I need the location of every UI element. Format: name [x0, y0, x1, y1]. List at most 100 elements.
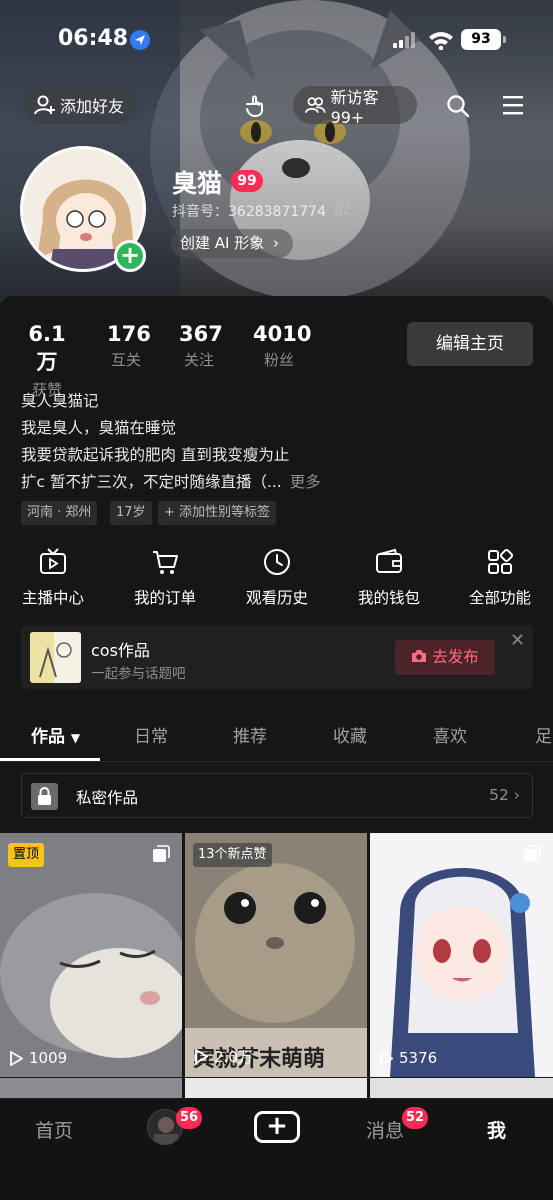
new-visitors-label: 新访客 99+ [330, 87, 379, 127]
close-icon[interactable]: ✕ [510, 630, 525, 651]
location-arrow-icon [130, 30, 150, 50]
qr-code-icon[interactable] [335, 202, 349, 216]
function-my-orders[interactable]: 我的订单 [115, 548, 215, 608]
cos-thumbnail [30, 632, 81, 683]
private-works-count: 52 › [489, 786, 520, 804]
age-tag[interactable]: 17岁 [110, 501, 152, 525]
video-thumbnail[interactable]: 13个新点赞 宾就芥末萌萌 2.0万 [185, 833, 367, 1077]
hand-pointer-icon [246, 95, 263, 118]
stat-value: 176 [107, 322, 151, 346]
tab-works[interactable]: 作品 ▼ [31, 722, 80, 747]
douyin-id: 抖音号：36283871774 [172, 204, 326, 220]
private-works-row[interactable]: 私密作品 52 › [21, 773, 533, 818]
cos-publish-label: 去发布 [432, 648, 479, 666]
function-label: 主播中心 [21, 589, 84, 607]
bio-line-text: 扩c 暂不扩三次，不定时随缘直播（... [21, 473, 282, 491]
create-ai-avatar-label: 创建 AI 形象 [180, 234, 265, 252]
play-count: 2.0万 [195, 1046, 253, 1067]
profile-name: 臭猫 [172, 169, 223, 198]
pinned-badge: 置顶 [8, 843, 45, 867]
cart-icon [153, 551, 178, 574]
video-thumbnail-partial[interactable] [0, 1078, 182, 1098]
nav-me[interactable]: 我 [487, 1116, 506, 1143]
stat-mutual[interactable]: 176 互关 [107, 322, 151, 370]
wallet-icon [376, 548, 402, 573]
new-visitors-button[interactable]: 新访客 99+ [293, 86, 417, 127]
menu-icon[interactable] [502, 94, 524, 116]
play-count-value: 1009 [29, 1049, 68, 1067]
messages-badge: 52 [402, 1107, 429, 1129]
new-likes-badge: 13个新点赞 [193, 843, 272, 867]
stat-label: 关注 [183, 351, 214, 369]
content-tabs: 作品 ▼ 日常 推荐 收藏 喜欢 足 [0, 718, 553, 762]
edit-profile-button[interactable]: 编辑主页 [407, 322, 533, 366]
play-count-value: 5376 [399, 1049, 438, 1067]
cos-title: cos作品 [91, 641, 150, 660]
bio-line: 我是臭人，臭猫在睡觉 [21, 419, 177, 437]
tab-recommended[interactable]: 推荐 [233, 722, 267, 747]
multi-image-icon [153, 845, 170, 862]
bio-line: 我要贷款起诉我的肥肉 直到我变瘦为止 [21, 446, 290, 464]
function-streamer-center[interactable]: 主播中心 [3, 548, 103, 608]
private-works-label: 私密作品 [76, 789, 139, 807]
function-label: 我的钱包 [357, 589, 420, 607]
function-label: 我的订单 [133, 589, 196, 607]
play-count: 5376 [380, 1049, 437, 1067]
video-thumbnail-partial[interactable] [185, 1078, 367, 1098]
private-works-thumbnail [31, 783, 58, 810]
name-badge[interactable]: 99 [231, 170, 263, 192]
camera-icon [412, 650, 427, 662]
status-bar: 06:48 93 [0, 26, 553, 56]
chevron-right-icon: › [273, 234, 280, 252]
tv-icon [40, 548, 66, 574]
create-post-button[interactable]: + [254, 1111, 300, 1143]
video-thumbnail-partial[interactable] [370, 1078, 553, 1098]
caret-down-icon: ▼ [70, 731, 81, 745]
add-friend-button[interactable]: 添加好友 [22, 86, 138, 124]
battery-level: 93 [461, 29, 501, 50]
cos-publish-button[interactable]: 去发布 [395, 640, 495, 675]
function-watch-history[interactable]: 观看历史 [227, 548, 327, 608]
grid-icon [488, 548, 514, 574]
battery-tip [503, 36, 506, 43]
chevron-right-icon: › [513, 786, 520, 804]
tab-daily[interactable]: 日常 [134, 722, 168, 747]
poke-button[interactable] [236, 86, 276, 124]
play-icon [195, 1049, 208, 1064]
lock-icon [31, 783, 58, 810]
add-avatar-button[interactable]: + [114, 240, 146, 272]
location-tag[interactable]: 河南 · 郑州 [21, 501, 98, 525]
video-thumbnail[interactable]: 5376 [370, 833, 553, 1077]
play-count: 1009 [10, 1049, 67, 1067]
stat-value: 367 [179, 322, 223, 346]
bottom-navigation: 首页 56 + 消息 52 我 [0, 1098, 553, 1200]
add-friend-label: 添加好友 [60, 97, 125, 116]
bio-more-link[interactable]: 更多 [290, 473, 321, 491]
cos-thumbnail-image [30, 632, 81, 683]
add-tags-button[interactable]: + 添加性别等标签 [158, 501, 277, 525]
function-my-wallet[interactable]: 我的钱包 [339, 548, 439, 608]
visitors-icon [305, 97, 326, 113]
nav-home[interactable]: 首页 [35, 1116, 73, 1143]
tab-liked[interactable]: 喜欢 [433, 722, 467, 747]
tab-footprints[interactable]: 足 [535, 722, 552, 747]
stat-following[interactable]: 367 关注 [179, 322, 223, 370]
stat-followers[interactable]: 4010 粉丝 [253, 322, 312, 370]
cellular-signal-icon [393, 32, 415, 48]
bio-line: 臭人臭猫记 [21, 392, 99, 410]
create-ai-avatar-button[interactable]: 创建 AI 形象 › [171, 229, 293, 258]
tab-favorites[interactable]: 收藏 [333, 722, 367, 747]
stat-value: 6.1万 [28, 322, 66, 374]
search-icon[interactable] [446, 94, 470, 118]
video-thumbnail[interactable]: 置顶 1009 [0, 833, 182, 1077]
function-label: 观看历史 [245, 589, 308, 607]
cos-works-card[interactable]: cos作品 一起参与话题吧 去发布 ✕ [21, 625, 533, 689]
cos-subtitle: 一起参与话题吧 [91, 666, 186, 682]
nav-messages[interactable]: 消息 [366, 1116, 404, 1143]
stat-value: 4010 [253, 322, 312, 346]
tab-label: 作品 [31, 727, 65, 747]
function-all-features[interactable]: 全部功能 [450, 548, 550, 608]
function-label: 全部功能 [468, 589, 531, 607]
multi-image-icon [524, 845, 541, 862]
play-icon [380, 1050, 393, 1066]
